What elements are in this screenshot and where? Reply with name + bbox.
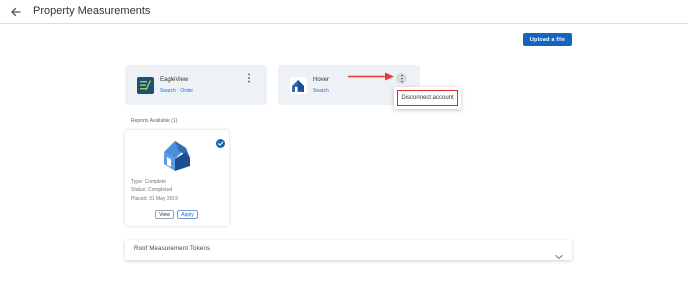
hover-logo-icon: [290, 77, 307, 94]
selected-check-icon: [216, 135, 225, 148]
provider-name-hover: Hover: [313, 77, 330, 83]
page-title: Property Measurements: [33, 5, 151, 17]
provider-card-eagleview: EagleView Search · Order: [125, 65, 267, 105]
options-menu: Disconnect account: [394, 87, 461, 109]
report-placed-date: Placed: 31 May 2019: [131, 196, 178, 202]
eagleview-more-options-icon[interactable]: [244, 73, 254, 83]
hover-search-link[interactable]: Search: [313, 88, 329, 94]
report-status: Status: Completed: [131, 187, 173, 193]
upload-file-button[interactable]: Upload a file: [523, 33, 572, 46]
link-separator: ·: [177, 88, 179, 94]
disconnect-account-menu-item[interactable]: Disconnect account: [397, 90, 458, 106]
eagleview-logo-icon: [137, 77, 154, 94]
provider-name-eagleview: EagleView: [160, 77, 189, 83]
roof-measurement-tokens-accordion[interactable]: Roof Measurement Tokens: [125, 240, 572, 260]
apply-report-button[interactable]: Apply: [177, 210, 198, 219]
hover-more-options-icon[interactable]: [396, 73, 407, 84]
report-card[interactable]: Type: Complete Status: Completed Placed:…: [125, 130, 229, 226]
provider-links-eagleview: Search · Order: [160, 88, 193, 94]
eagleview-order-link[interactable]: Order: [180, 88, 193, 94]
top-bar: Property Measurements: [0, 0, 688, 24]
house-icon: [162, 138, 192, 172]
tokens-title: Roof Measurement Tokens: [134, 246, 211, 252]
view-report-button[interactable]: View: [155, 210, 174, 219]
back-arrow-icon[interactable]: [9, 5, 23, 19]
reports-available-heading: Reports Available (1): [131, 118, 178, 124]
provider-links-hover: Search: [313, 88, 329, 94]
report-type: Type: Complete: [131, 179, 167, 185]
eagleview-search-link[interactable]: Search: [160, 88, 176, 94]
chevron-down-icon: [555, 247, 563, 259]
red-arrow-icon: [348, 72, 394, 81]
